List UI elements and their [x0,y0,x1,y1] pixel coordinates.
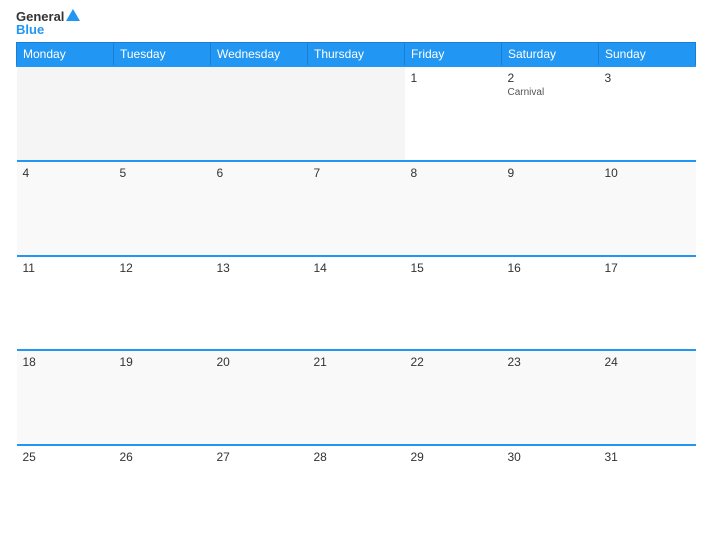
day-number: 25 [23,450,36,464]
calendar-cell: 16 [502,256,599,351]
calendar-cell [17,66,114,161]
calendar-cell: 30 [502,445,599,540]
day-number: 19 [120,355,133,369]
calendar-cell: 7 [308,161,405,256]
calendar-cell [308,66,405,161]
calendar-cell: 23 [502,350,599,445]
day-header-monday: Monday [17,43,114,67]
calendar-cell: 28 [308,445,405,540]
calendar-cell: 11 [17,256,114,351]
week-row-5: 25 26 27 28 29 30 31 [17,445,696,540]
calendar-cell [114,66,211,161]
day-number: 3 [605,71,612,85]
calendar-page: General Blue MondayTuesdayWednesdayThurs… [0,0,712,550]
calendar-cell: 10 [599,161,696,256]
calendar-cell: 17 [599,256,696,351]
calendar-cell: 4 [17,161,114,256]
day-number: 18 [23,355,36,369]
day-header-saturday: Saturday [502,43,599,67]
calendar-cell: 20 [211,350,308,445]
day-number: 14 [314,261,327,275]
day-number: 20 [217,355,230,369]
day-number: 21 [314,355,327,369]
day-number: 30 [508,450,521,464]
calendar-cell: 27 [211,445,308,540]
day-number: 1 [411,71,418,85]
calendar-cell: 15 [405,256,502,351]
day-number: 23 [508,355,521,369]
day-number: 31 [605,450,618,464]
calendar-cell [211,66,308,161]
day-number: 8 [411,166,418,180]
week-row-4: 18 19 20 21 22 23 24 [17,350,696,445]
calendar-cell: 8 [405,161,502,256]
calendar-cell: 24 [599,350,696,445]
day-number: 12 [120,261,133,275]
day-header-tuesday: Tuesday [114,43,211,67]
calendar-cell: 26 [114,445,211,540]
day-number: 11 [23,261,35,275]
day-number: 29 [411,450,424,464]
calendar-cell: 31 [599,445,696,540]
calendar-cell: 6 [211,161,308,256]
calendar-cell: 14 [308,256,405,351]
calendar-cell: 21 [308,350,405,445]
day-number: 5 [120,166,127,180]
calendar-cell: 5 [114,161,211,256]
week-row-3: 11 12 13 14 15 16 17 [17,256,696,351]
calendar-cell: 19 [114,350,211,445]
calendar-table: MondayTuesdayWednesdayThursdayFridaySatu… [16,42,696,540]
day-number: 26 [120,450,133,464]
calendar-cell: 2 Carnival [502,66,599,161]
logo-blue-text: Blue [16,23,44,36]
day-number: 15 [411,261,424,275]
calendar-cell: 18 [17,350,114,445]
days-header-row: MondayTuesdayWednesdayThursdayFridaySatu… [17,43,696,67]
day-number: 16 [508,261,521,275]
calendar-cell: 12 [114,256,211,351]
day-number: 2 [508,71,515,85]
day-header-wednesday: Wednesday [211,43,308,67]
calendar-cell: 1 [405,66,502,161]
day-number: 28 [314,450,327,464]
day-header-sunday: Sunday [599,43,696,67]
day-number: 10 [605,166,618,180]
day-number: 24 [605,355,618,369]
calendar-cell: 13 [211,256,308,351]
logo: General Blue [16,10,80,36]
calendar-cell: 29 [405,445,502,540]
week-row-1: 1 2 Carnival 3 [17,66,696,161]
header: General Blue [16,10,696,36]
day-header-friday: Friday [405,43,502,67]
calendar-cell: 25 [17,445,114,540]
day-number: 22 [411,355,424,369]
calendar-cell: 22 [405,350,502,445]
day-number: 27 [217,450,230,464]
event-label: Carnival [508,87,593,98]
day-header-thursday: Thursday [308,43,405,67]
calendar-cell: 9 [502,161,599,256]
day-number: 4 [23,166,30,180]
calendar-cell: 3 [599,66,696,161]
day-number: 6 [217,166,224,180]
day-number: 13 [217,261,230,275]
day-number: 9 [508,166,515,180]
logo-triangle-icon [66,9,80,21]
day-number: 17 [605,261,618,275]
week-row-2: 4 5 6 7 8 9 10 [17,161,696,256]
day-number: 7 [314,166,321,180]
